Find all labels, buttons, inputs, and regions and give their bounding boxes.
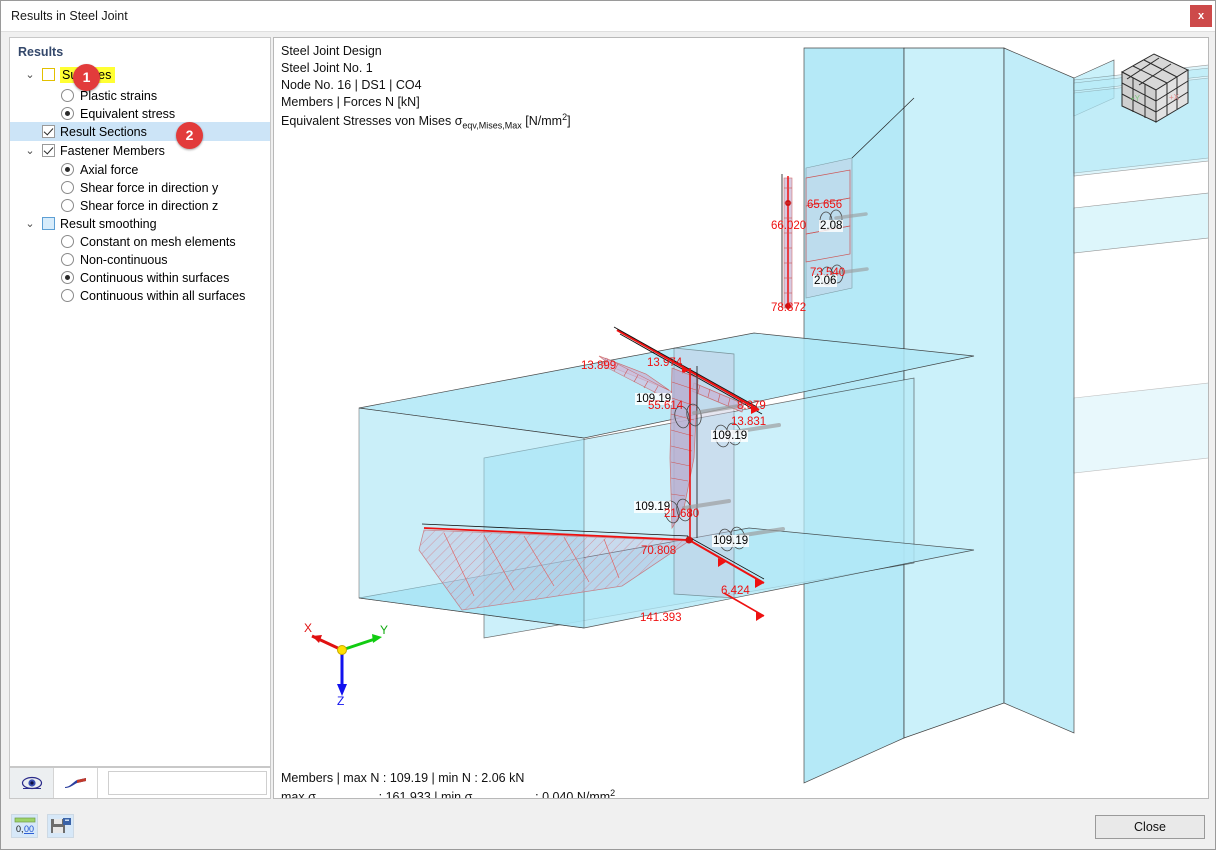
equivalent-stress-radio[interactable]: [61, 107, 74, 120]
sidebar-item-constant-on-mesh-elements[interactable]: Constant on mesh elements: [10, 232, 270, 251]
viewport-footer-members: Members | max N : 109.19 | min N : 2.06 …: [281, 771, 524, 785]
plastic-strains-radio[interactable]: [61, 89, 74, 102]
viewport-header-line-3: Node No. 16 | DS1 | CO4: [281, 78, 422, 92]
viewport-header-line-2: Steel Joint No. 1: [281, 61, 373, 75]
title-bar: Results in Steel Joint x: [1, 1, 1216, 32]
continuous-all-surfaces-radio[interactable]: [61, 289, 74, 302]
sidebar-item-fastener-members[interactable]: ⌄ Fastener Members: [10, 141, 270, 160]
close-button[interactable]: Close: [1095, 815, 1205, 839]
viewport-footer-stress: max σeqv,Mises,Max : 161.933 | min σeqv,…: [281, 788, 615, 799]
results-in-steel-joint-dialog: Results in Steel Joint x Results ⌄ Surfa…: [0, 0, 1216, 850]
footer-unit-exponent: 2: [610, 788, 615, 798]
svg-text:0,: 0,: [16, 824, 24, 834]
sidebar-item-label: Continuous within all surfaces: [80, 289, 245, 303]
callout-badge-1: 1: [73, 64, 100, 91]
footer-max-prefix: max: [281, 790, 308, 799]
sidebar-item-surfaces[interactable]: ⌄ Surfaces: [10, 65, 270, 84]
constant-on-mesh-radio[interactable]: [61, 235, 74, 248]
footer-mid-text: : 161.933 | min: [375, 790, 464, 799]
sidebar-item-continuous-within-surfaces[interactable]: Continuous within surfaces: [10, 268, 270, 287]
sidebar-item-continuous-within-all-surfaces[interactable]: Continuous within all surfaces: [10, 286, 270, 305]
stress-unit-close: ]: [567, 114, 570, 128]
panel-bottom-toolbar: [9, 767, 271, 799]
sidebar-item-label: Shear force in direction z: [80, 199, 218, 213]
units-decimal-places-icon[interactable]: 0, 00: [11, 814, 38, 838]
results-tree-header: Results: [18, 45, 63, 59]
sidebar-item-label: Shear force in direction y: [80, 181, 218, 195]
sidebar-item-label: Result smoothing: [60, 217, 157, 231]
chevron-down-icon[interactable]: ⌄: [24, 69, 36, 81]
dialog-footer: 0, 00 3 Close: [1, 804, 1216, 850]
shear-force-y-radio[interactable]: [61, 181, 74, 194]
axis-label-y: Y: [380, 623, 388, 637]
deformation-curve-icon[interactable]: [54, 768, 98, 798]
sigma-symbol: σ: [308, 790, 316, 799]
window-title: Results in Steel Joint: [11, 9, 128, 23]
cube-face-label-x: +X: [1169, 93, 1180, 102]
sidebar-item-label: Axial force: [80, 163, 138, 177]
sigma-subscript-2: eqv,Mises,Max: [472, 797, 531, 799]
axial-force-radio[interactable]: [61, 163, 74, 176]
non-continuous-radio[interactable]: [61, 253, 74, 266]
chevron-down-icon[interactable]: ⌄: [24, 218, 36, 230]
view-orientation-cube[interactable]: +Y +X: [1114, 48, 1196, 126]
stress-prefix: Equivalent Stresses von Mises: [281, 114, 455, 128]
sidebar-item-plastic-strains[interactable]: Plastic strains: [10, 86, 270, 105]
viewport-header-stress-line: Equivalent Stresses von Mises σeqv,Mises…: [281, 112, 571, 131]
selection-info-field[interactable]: [108, 771, 267, 795]
cube-face-label-y: +Y: [1130, 94, 1141, 103]
result-smoothing-checkbox[interactable]: [42, 217, 55, 230]
result-sections-checkbox[interactable]: [42, 125, 55, 138]
shear-force-z-radio[interactable]: [61, 199, 74, 212]
continuous-within-surfaces-radio[interactable]: [61, 271, 74, 284]
surfaces-checkbox[interactable]: [42, 68, 55, 81]
sidebar-item-label: Constant on mesh elements: [80, 235, 236, 249]
viewport-header-line-4: Members | Forces N [kN]: [281, 95, 420, 109]
viewport-header-line-1: Steel Joint Design: [281, 44, 382, 58]
sidebar-item-shear-force-z[interactable]: Shear force in direction z: [10, 196, 270, 215]
callout-badge-2: 2: [176, 122, 203, 149]
fastener-members-checkbox[interactable]: [42, 144, 55, 157]
chevron-down-icon[interactable]: ⌄: [24, 145, 36, 157]
sidebar-item-shear-force-y[interactable]: Shear force in direction y: [10, 178, 270, 197]
sidebar-item-non-continuous[interactable]: Non-continuous: [10, 250, 270, 269]
sidebar-item-label: Plastic strains: [80, 89, 157, 103]
axis-label-x: X: [304, 622, 312, 635]
sidebar-item-equivalent-stress[interactable]: Equivalent stress: [10, 104, 270, 123]
sidebar-item-axial-force[interactable]: Axial force: [10, 160, 270, 179]
sidebar-item-result-sections[interactable]: Result Sections: [10, 122, 270, 141]
results-tree-panel: Results ⌄ Surfaces Plastic strains Equiv…: [9, 37, 271, 767]
steel-joint-3d-model: [274, 38, 1208, 798]
sigma-subscript: eqv,Mises,Max: [316, 797, 375, 799]
sidebar-item-label: Continuous within surfaces: [80, 271, 229, 285]
dialog-body: Results ⌄ Surfaces Plastic strains Equiv…: [1, 32, 1216, 804]
3d-viewport[interactable]: Steel Joint Design Steel Joint No. 1 Nod…: [273, 37, 1209, 799]
sidebar-item-label: Equivalent stress: [80, 107, 175, 121]
stress-unit-open: [N/mm: [522, 114, 562, 128]
axis-label-z: Z: [337, 694, 344, 706]
close-x-icon[interactable]: x: [1190, 5, 1212, 27]
axis-triad: X Y Z: [292, 622, 392, 706]
visibility-eye-icon[interactable]: [10, 768, 54, 798]
sidebar-item-label: Fastener Members: [60, 144, 165, 158]
svg-text:00: 00: [24, 824, 34, 834]
sidebar-item-label: Non-continuous: [80, 253, 168, 267]
save-settings-icon[interactable]: [47, 814, 74, 838]
footer-end-text: : 0.040 N/mm: [532, 790, 611, 799]
sigma-subscript: eqv,Mises,Max: [462, 121, 521, 131]
results-tree: Results ⌄ Surfaces Plastic strains Equiv…: [10, 38, 270, 766]
sidebar-item-result-smoothing[interactable]: ⌄ Result smoothing: [10, 214, 270, 233]
sidebar-item-label: Result Sections: [60, 125, 147, 139]
